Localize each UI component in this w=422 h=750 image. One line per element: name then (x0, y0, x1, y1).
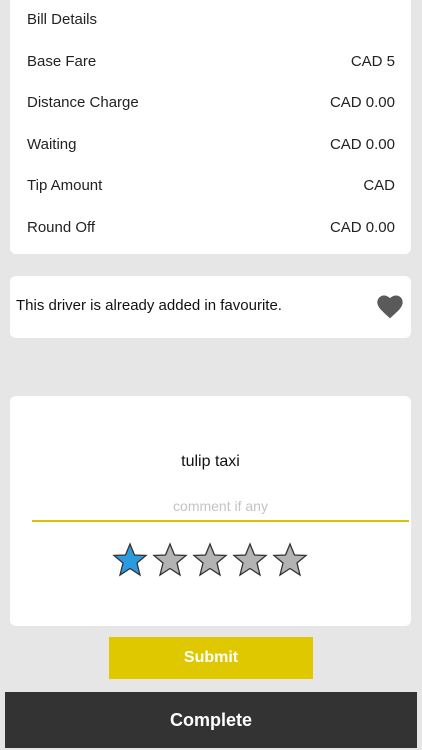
heart-icon[interactable] (377, 295, 403, 319)
heart-shape (377, 295, 403, 319)
submit-button[interactable]: Submit (109, 637, 313, 679)
complete-button[interactable]: Complete (5, 692, 417, 748)
bill-row-label: Round Off (27, 218, 96, 236)
bill-details-card: Bill Details Base Fare CAD 5 Distance Ch… (10, 0, 411, 254)
bill-row-distance-charge: Distance Charge CAD 0.00 (27, 92, 395, 112)
bill-row-label: Waiting (27, 135, 77, 153)
bill-row-tip-amount: Tip Amount CAD (27, 175, 395, 195)
bill-row-round-off: Round Off CAD 0.00 (27, 217, 395, 237)
bill-row-label: Distance Charge (27, 93, 139, 111)
bill-details-title: Bill Details (27, 11, 98, 28)
comment-input[interactable] (32, 492, 409, 522)
star-shape (272, 542, 308, 577)
star-rating[interactable] (112, 542, 312, 580)
bill-row-value: CAD 0.00 (329, 93, 395, 111)
favourite-card: This driver is already added in favourit… (10, 276, 411, 338)
star-shape (192, 542, 228, 577)
driver-name: tulip taxi (181, 453, 240, 470)
star-icon-5[interactable] (272, 542, 308, 578)
bill-row-value: CAD 0.00 (329, 135, 395, 153)
star-icon-3[interactable] (192, 542, 228, 578)
bill-row-label: Base Fare (27, 52, 97, 70)
bill-row-waiting: Waiting CAD 0.00 (27, 134, 395, 154)
bill-row-label: Tip Amount (27, 176, 103, 194)
star-shape (152, 542, 188, 577)
bill-row-value: CAD 5 (350, 52, 395, 70)
star-icon-4[interactable] (232, 542, 268, 578)
star-icon-1[interactable] (112, 542, 148, 578)
star-shape (232, 542, 268, 577)
bill-row-value: CAD 0.00 (329, 218, 395, 236)
star-shape (112, 542, 148, 577)
bill-row-base-fare: Base Fare CAD 5 (27, 51, 395, 71)
star-icon-2[interactable] (152, 542, 188, 578)
bill-row-value: CAD (363, 176, 395, 194)
favourite-message: This driver is already added in favourit… (16, 297, 282, 314)
rating-card: tulip taxi (10, 396, 411, 626)
